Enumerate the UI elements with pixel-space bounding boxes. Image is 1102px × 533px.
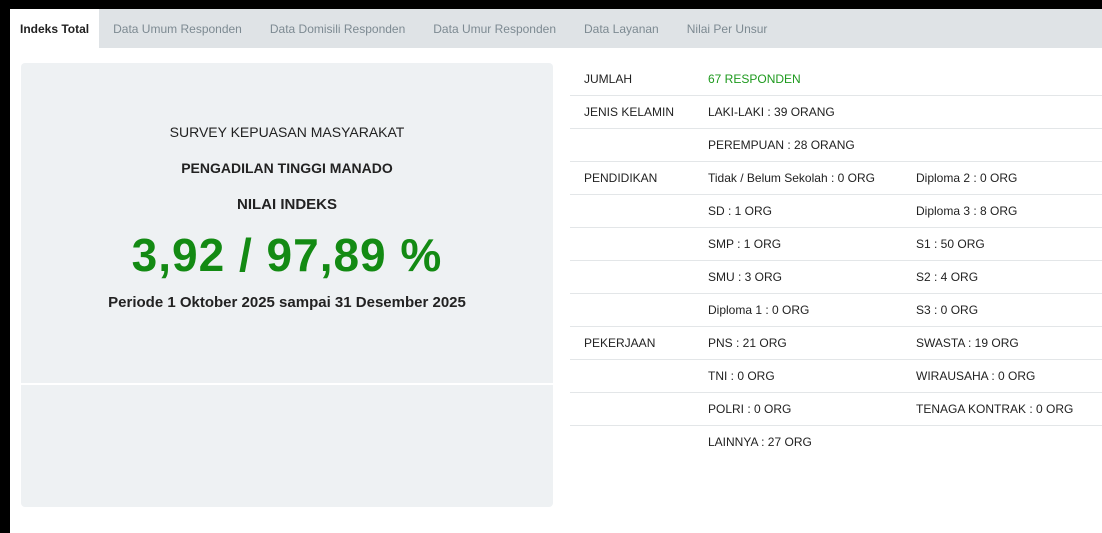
window-border-left [0, 0, 10, 533]
stats-value-secondary: Diploma 3 : 8 ORG [916, 204, 1018, 218]
survey-title: SURVEY KEPUASAN MASYARAKAT [169, 124, 405, 140]
stats-row: PEREMPUAN : 28 ORANG [570, 129, 1102, 162]
stats-value: SD : 1 ORG [708, 204, 773, 218]
stats-value-secondary: WIRAUSAHA : 0 ORG [916, 369, 1036, 383]
court-name: PENGADILAN TINGGI MANADO [181, 160, 393, 176]
stats-label: PEKERJAAN [584, 336, 656, 350]
stats-row: TNI : 0 ORG WIRAUSAHA : 0 ORG [570, 360, 1102, 393]
stats-value-secondary: S3 : 0 ORG [916, 303, 979, 317]
stats-value: POLRI : 0 ORG [708, 402, 792, 416]
stats-row-pendidikan: PENDIDIKAN Tidak / Belum Sekolah : 0 ORG… [570, 162, 1102, 195]
survey-period: Periode 1 Oktober 2025 sampai 31 Desembe… [108, 294, 466, 311]
tab-data-umum-responden[interactable]: Data Umum Responden [99, 9, 256, 48]
stats-row: SMP : 1 ORG S1 : 50 ORG [570, 228, 1102, 261]
index-score: 3,92 / 97,89 % [131, 229, 443, 281]
stats-row: LAINNYA : 27 ORG [570, 426, 1102, 458]
stats-value: SMP : 1 ORG [708, 237, 782, 251]
stats-value: LAINNYA : 27 ORG [708, 435, 812, 449]
stats-row: SD : 1 ORG Diploma 3 : 8 ORG [570, 195, 1102, 228]
app-frame: Indeks Total Data Umum Responden Data Do… [0, 0, 1102, 533]
tab-bar: Indeks Total Data Umum Responden Data Do… [10, 9, 1102, 48]
stats-label: PENDIDIKAN [584, 171, 658, 185]
tab-data-domisili-responden[interactable]: Data Domisili Responden [256, 9, 419, 48]
stats-row: POLRI : 0 ORG TENAGA KONTRAK : 0 ORG [570, 393, 1102, 426]
stats-value: PEREMPUAN : 28 ORANG [708, 138, 855, 152]
stats-label: JENIS KELAMIN [584, 105, 675, 119]
stats-value: SMU : 3 ORG [708, 270, 783, 284]
stats-row: SMU : 3 ORG S2 : 4 ORG [570, 261, 1102, 294]
panel-divider [21, 383, 553, 385]
stats-value-secondary: SWASTA : 19 ORG [916, 336, 1019, 350]
tab-nilai-per-unsur[interactable]: Nilai Per Unsur [673, 9, 782, 48]
tab-indeks-total[interactable]: Indeks Total [10, 9, 100, 48]
tab-data-umur-responden[interactable]: Data Umur Responden [419, 9, 570, 48]
stats-value-secondary: Diploma 2 : 0 ORG [916, 171, 1018, 185]
window-border-top [0, 0, 1102, 9]
stats-value-secondary: S1 : 50 ORG [916, 237, 985, 251]
stats-value-secondary: TENAGA KONTRAK : 0 ORG [916, 402, 1074, 416]
tab-data-layanan[interactable]: Data Layanan [570, 9, 673, 48]
stats-row-jenis-kelamin: JENIS KELAMIN LAKI-LAKI : 39 ORANG [570, 96, 1102, 129]
stats-value: LAKI-LAKI : 39 ORANG [708, 105, 835, 119]
stats-value: 67 RESPONDEN [708, 72, 801, 86]
stats-label: JUMLAH [584, 72, 633, 86]
stats-value-secondary: S2 : 4 ORG [916, 270, 979, 284]
index-label: NILAI INDEKS [236, 196, 337, 213]
stats-row-pekerjaan: PEKERJAAN PNS : 21 ORG SWASTA : 19 ORG [570, 327, 1102, 360]
stats-row-jumlah: JUMLAH 67 RESPONDEN [570, 63, 1102, 96]
respondent-stats-table: JUMLAH 67 RESPONDEN JENIS KELAMIN LAKI-L… [570, 63, 1102, 458]
stats-row: Diploma 1 : 0 ORG S3 : 0 ORG [570, 294, 1102, 327]
stats-value: PNS : 21 ORG [708, 336, 787, 350]
stats-value: Diploma 1 : 0 ORG [708, 303, 810, 317]
stats-value: Tidak / Belum Sekolah : 0 ORG [708, 171, 875, 185]
stats-value: TNI : 0 ORG [708, 369, 775, 383]
